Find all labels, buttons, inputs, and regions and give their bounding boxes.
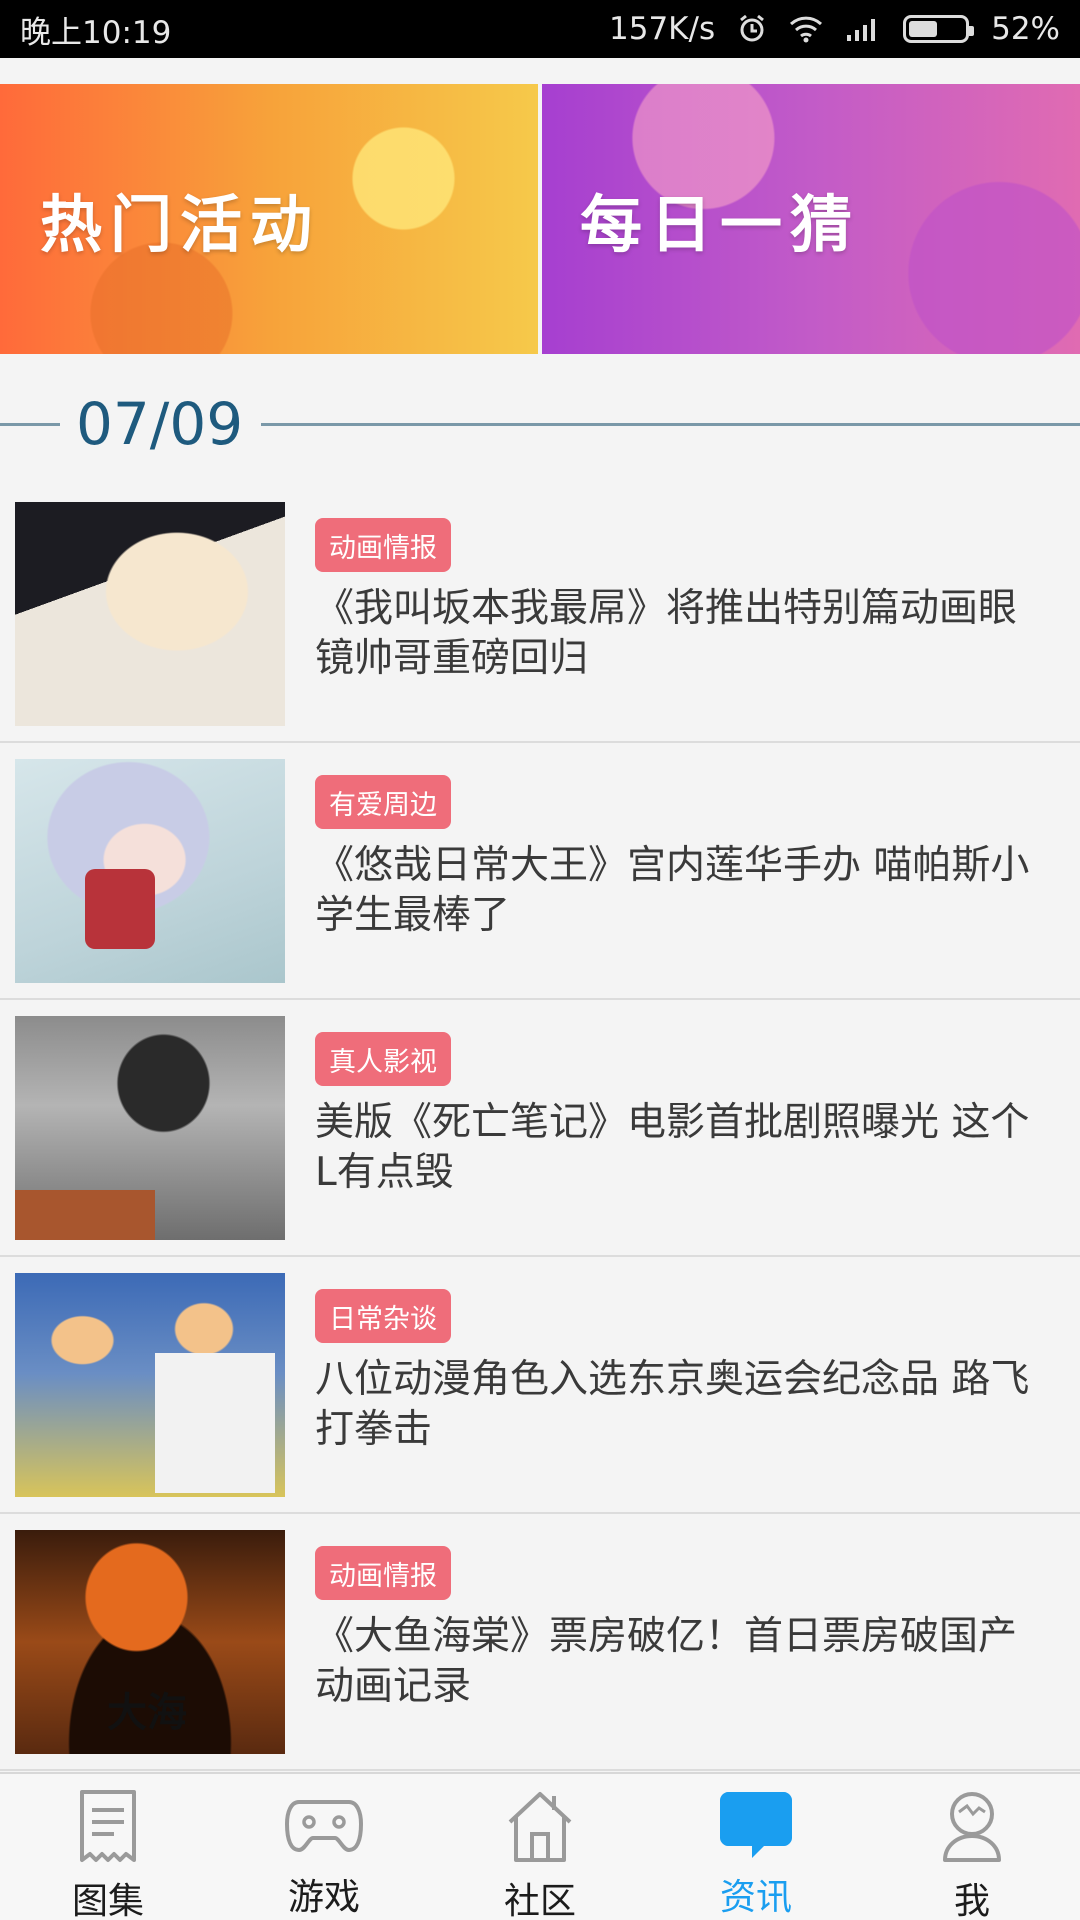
banner-row: 热门活动 每日一猜 bbox=[0, 84, 1080, 354]
nav-label: 社区 bbox=[503, 1881, 576, 1920]
nav-item-community[interactable]: 社区 bbox=[432, 1774, 648, 1920]
news-item[interactable]: 动画情报 《我叫坂本我最屌》将推出特别篇动画眼镜帅哥重磅回归 bbox=[0, 486, 1080, 743]
news-item[interactable]: 真人影视 美版《死亡笔记》电影首批剧照曝光 这个L有点毁 bbox=[0, 1000, 1080, 1257]
category-tag: 日常杂谈 bbox=[315, 1289, 451, 1343]
network-speed: 157K/s bbox=[609, 11, 716, 47]
nav-label: 游戏 bbox=[287, 1877, 360, 1918]
date-label: 07/09 bbox=[76, 390, 244, 458]
home-icon bbox=[500, 1788, 580, 1864]
status-bar: 晚上10:19 157K/s 52% bbox=[0, 0, 1080, 58]
divider-line bbox=[261, 422, 1080, 426]
nav-item-games[interactable]: 游戏 bbox=[216, 1774, 432, 1920]
category-tag: 真人影视 bbox=[315, 1032, 451, 1086]
news-item[interactable]: 大海 动画情报 《大鱼海棠》票房破亿！首日票房破国产动画记录 bbox=[0, 1514, 1080, 1771]
divider-line bbox=[0, 422, 60, 426]
wifi-icon bbox=[789, 15, 823, 43]
album-icon bbox=[68, 1788, 148, 1864]
hot-events-banner[interactable]: 热门活动 bbox=[0, 84, 538, 354]
bottom-nav: 图集 游戏 社区 资讯 我 bbox=[0, 1772, 1080, 1920]
news-title: 八位动漫角色入选东京奥运会纪念品 路飞打拳击 bbox=[315, 1357, 1030, 1452]
nav-item-me[interactable]: 我 bbox=[864, 1774, 1080, 1920]
nav-label: 图集 bbox=[71, 1881, 144, 1920]
news-thumbnail: 大海 bbox=[15, 1530, 285, 1754]
news-thumbnail bbox=[15, 502, 285, 726]
thumbnail-logo-text: 大海 bbox=[107, 1689, 187, 1736]
status-right: 157K/s 52% bbox=[609, 11, 1060, 47]
signal-icon bbox=[845, 15, 881, 43]
news-item[interactable]: 日常杂谈 八位动漫角色入选东京奥运会纪念品 路飞打拳击 bbox=[0, 1257, 1080, 1514]
nav-label: 我 bbox=[953, 1881, 990, 1920]
chat-bubble-icon bbox=[716, 1788, 796, 1860]
news-list: 动画情报 《我叫坂本我最屌》将推出特别篇动画眼镜帅哥重磅回归 有爱周边 《悠哉日… bbox=[0, 486, 1080, 1771]
battery-icon bbox=[903, 15, 975, 43]
news-title: 《悠哉日常大王》宫内莲华手办 喵帕斯小学生最棒了 bbox=[315, 843, 1030, 938]
category-tag: 动画情报 bbox=[315, 1546, 451, 1600]
news-thumbnail bbox=[15, 759, 285, 983]
daily-guess-banner[interactable]: 每日一猜 bbox=[542, 84, 1080, 354]
gamepad-icon bbox=[284, 1788, 364, 1860]
news-title: 美版《死亡笔记》电影首批剧照曝光 这个L有点毁 bbox=[315, 1100, 1030, 1195]
date-divider: 07/09 bbox=[0, 388, 1080, 460]
banner-title: 每日一猜 bbox=[580, 188, 861, 261]
category-tag: 动画情报 bbox=[315, 518, 451, 572]
news-thumbnail bbox=[15, 1273, 285, 1497]
status-time: 晚上10:19 bbox=[20, 14, 172, 51]
news-title: 《大鱼海棠》票房破亿！首日票房破国产动画记录 bbox=[315, 1614, 1018, 1709]
alarm-icon bbox=[737, 14, 767, 44]
battery-percent: 52% bbox=[991, 11, 1060, 47]
news-item[interactable]: 有爱周边 《悠哉日常大王》宫内莲华手办 喵帕斯小学生最棒了 bbox=[0, 743, 1080, 1000]
nav-item-news[interactable]: 资讯 bbox=[648, 1774, 864, 1920]
nav-label: 资讯 bbox=[719, 1877, 792, 1918]
news-title: 《我叫坂本我最屌》将推出特别篇动画眼镜帅哥重磅回归 bbox=[315, 586, 1018, 681]
profile-icon bbox=[932, 1788, 1012, 1864]
nav-item-album[interactable]: 图集 bbox=[0, 1774, 216, 1920]
news-thumbnail bbox=[15, 1016, 285, 1240]
banner-title: 热门活动 bbox=[40, 188, 321, 261]
category-tag: 有爱周边 bbox=[315, 775, 451, 829]
